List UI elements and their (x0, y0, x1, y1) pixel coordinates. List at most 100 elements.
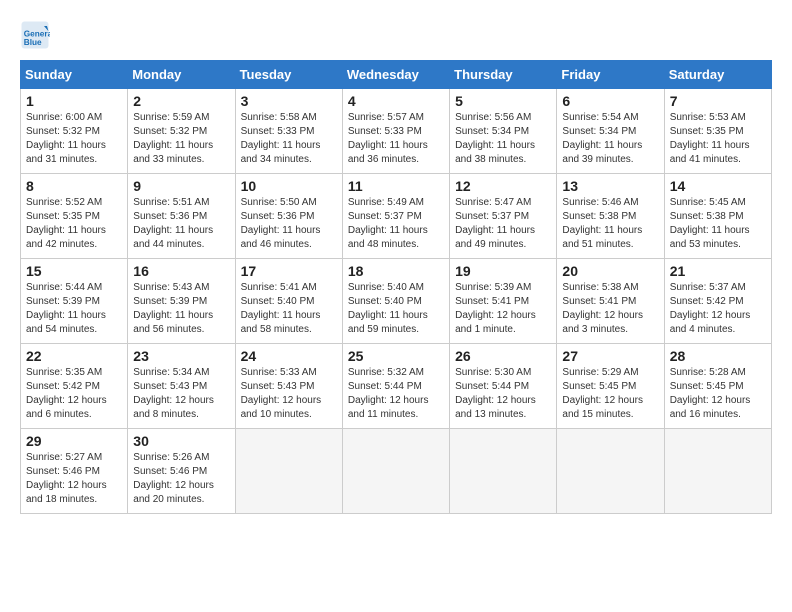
logo-icon: General Blue (20, 20, 50, 50)
sunrise-label: Sunrise: 5:44 AM (26, 282, 102, 293)
daylight-label: Daylight: 11 hours and 31 minutes. (26, 140, 106, 165)
daylight-label: Daylight: 11 hours and 39 minutes. (562, 140, 642, 165)
sunrise-label: Sunrise: 5:28 AM (670, 367, 746, 378)
sunrise-label: Sunrise: 6:00 AM (26, 112, 102, 123)
daylight-label: Daylight: 12 hours and 1 minute. (455, 310, 536, 335)
daylight-label: Daylight: 12 hours and 6 minutes. (26, 395, 107, 420)
day-number: 18 (348, 263, 444, 279)
day-number: 23 (133, 348, 229, 364)
cell-info: Sunrise: 5:45 AM Sunset: 5:38 PM Dayligh… (670, 196, 766, 252)
daylight-label: Daylight: 11 hours and 33 minutes. (133, 140, 213, 165)
day-number: 25 (348, 348, 444, 364)
daylight-label: Daylight: 12 hours and 11 minutes. (348, 395, 429, 420)
day-number: 3 (241, 93, 337, 109)
day-number: 30 (133, 433, 229, 449)
sunset-label: Sunset: 5:32 PM (26, 126, 100, 137)
calendar-cell: 4 Sunrise: 5:57 AM Sunset: 5:33 PM Dayli… (342, 89, 449, 174)
calendar-cell: 26 Sunrise: 5:30 AM Sunset: 5:44 PM Dayl… (450, 344, 557, 429)
sunset-label: Sunset: 5:43 PM (241, 381, 315, 392)
day-number: 6 (562, 93, 658, 109)
sunrise-label: Sunrise: 5:38 AM (562, 282, 638, 293)
daylight-label: Daylight: 12 hours and 15 minutes. (562, 395, 643, 420)
sunrise-label: Sunrise: 5:53 AM (670, 112, 746, 123)
calendar-week-5: 29 Sunrise: 5:27 AM Sunset: 5:46 PM Dayl… (21, 429, 772, 514)
day-number: 19 (455, 263, 551, 279)
calendar-cell: 12 Sunrise: 5:47 AM Sunset: 5:37 PM Dayl… (450, 174, 557, 259)
daylight-label: Daylight: 12 hours and 13 minutes. (455, 395, 536, 420)
calendar-cell: 9 Sunrise: 5:51 AM Sunset: 5:36 PM Dayli… (128, 174, 235, 259)
cell-info: Sunrise: 5:27 AM Sunset: 5:46 PM Dayligh… (26, 451, 122, 507)
daylight-label: Daylight: 12 hours and 20 minutes. (133, 480, 214, 505)
daylight-label: Daylight: 12 hours and 8 minutes. (133, 395, 214, 420)
calendar-cell: 5 Sunrise: 5:56 AM Sunset: 5:34 PM Dayli… (450, 89, 557, 174)
day-number: 11 (348, 178, 444, 194)
sunset-label: Sunset: 5:46 PM (26, 466, 100, 477)
calendar-cell: 14 Sunrise: 5:45 AM Sunset: 5:38 PM Dayl… (664, 174, 771, 259)
sunrise-label: Sunrise: 5:40 AM (348, 282, 424, 293)
calendar-header-wednesday: Wednesday (342, 61, 449, 89)
day-number: 8 (26, 178, 122, 194)
day-number: 15 (26, 263, 122, 279)
day-number: 24 (241, 348, 337, 364)
calendar-cell: 7 Sunrise: 5:53 AM Sunset: 5:35 PM Dayli… (664, 89, 771, 174)
calendar-week-3: 15 Sunrise: 5:44 AM Sunset: 5:39 PM Dayl… (21, 259, 772, 344)
sunrise-label: Sunrise: 5:37 AM (670, 282, 746, 293)
sunset-label: Sunset: 5:41 PM (455, 296, 529, 307)
sunset-label: Sunset: 5:43 PM (133, 381, 207, 392)
sunrise-label: Sunrise: 5:45 AM (670, 197, 746, 208)
sunset-label: Sunset: 5:35 PM (670, 126, 744, 137)
sunset-label: Sunset: 5:32 PM (133, 126, 207, 137)
sunset-label: Sunset: 5:39 PM (26, 296, 100, 307)
daylight-label: Daylight: 12 hours and 10 minutes. (241, 395, 322, 420)
daylight-label: Daylight: 11 hours and 38 minutes. (455, 140, 535, 165)
calendar-week-4: 22 Sunrise: 5:35 AM Sunset: 5:42 PM Dayl… (21, 344, 772, 429)
day-number: 1 (26, 93, 122, 109)
calendar-cell: 20 Sunrise: 5:38 AM Sunset: 5:41 PM Dayl… (557, 259, 664, 344)
cell-info: Sunrise: 5:52 AM Sunset: 5:35 PM Dayligh… (26, 196, 122, 252)
calendar-cell: 18 Sunrise: 5:40 AM Sunset: 5:40 PM Dayl… (342, 259, 449, 344)
logo: General Blue (20, 20, 54, 50)
sunrise-label: Sunrise: 5:33 AM (241, 367, 317, 378)
daylight-label: Daylight: 11 hours and 51 minutes. (562, 225, 642, 250)
calendar-cell (235, 429, 342, 514)
calendar-cell: 27 Sunrise: 5:29 AM Sunset: 5:45 PM Dayl… (557, 344, 664, 429)
cell-info: Sunrise: 5:57 AM Sunset: 5:33 PM Dayligh… (348, 111, 444, 167)
calendar-header: SundayMondayTuesdayWednesdayThursdayFrid… (21, 61, 772, 89)
calendar-cell: 11 Sunrise: 5:49 AM Sunset: 5:37 PM Dayl… (342, 174, 449, 259)
daylight-label: Daylight: 11 hours and 41 minutes. (670, 140, 750, 165)
daylight-label: Daylight: 11 hours and 58 minutes. (241, 310, 321, 335)
daylight-label: Daylight: 12 hours and 18 minutes. (26, 480, 107, 505)
day-number: 12 (455, 178, 551, 194)
calendar-cell: 25 Sunrise: 5:32 AM Sunset: 5:44 PM Dayl… (342, 344, 449, 429)
day-number: 7 (670, 93, 766, 109)
sunrise-label: Sunrise: 5:57 AM (348, 112, 424, 123)
daylight-label: Daylight: 11 hours and 49 minutes. (455, 225, 535, 250)
sunset-label: Sunset: 5:36 PM (133, 211, 207, 222)
sunset-label: Sunset: 5:45 PM (670, 381, 744, 392)
day-number: 9 (133, 178, 229, 194)
svg-text:Blue: Blue (24, 38, 42, 47)
calendar-cell (450, 429, 557, 514)
calendar-cell: 21 Sunrise: 5:37 AM Sunset: 5:42 PM Dayl… (664, 259, 771, 344)
sunset-label: Sunset: 5:46 PM (133, 466, 207, 477)
calendar-cell: 19 Sunrise: 5:39 AM Sunset: 5:41 PM Dayl… (450, 259, 557, 344)
calendar-cell: 6 Sunrise: 5:54 AM Sunset: 5:34 PM Dayli… (557, 89, 664, 174)
calendar-week-2: 8 Sunrise: 5:52 AM Sunset: 5:35 PM Dayli… (21, 174, 772, 259)
daylight-label: Daylight: 11 hours and 46 minutes. (241, 225, 321, 250)
calendar-cell: 15 Sunrise: 5:44 AM Sunset: 5:39 PM Dayl… (21, 259, 128, 344)
sunset-label: Sunset: 5:37 PM (348, 211, 422, 222)
cell-info: Sunrise: 5:41 AM Sunset: 5:40 PM Dayligh… (241, 281, 337, 337)
cell-info: Sunrise: 5:40 AM Sunset: 5:40 PM Dayligh… (348, 281, 444, 337)
sunrise-label: Sunrise: 5:52 AM (26, 197, 102, 208)
calendar-cell: 3 Sunrise: 5:58 AM Sunset: 5:33 PM Dayli… (235, 89, 342, 174)
sunset-label: Sunset: 5:35 PM (26, 211, 100, 222)
sunrise-label: Sunrise: 5:34 AM (133, 367, 209, 378)
daylight-label: Daylight: 12 hours and 3 minutes. (562, 310, 643, 335)
sunset-label: Sunset: 5:34 PM (455, 126, 529, 137)
daylight-label: Daylight: 11 hours and 59 minutes. (348, 310, 428, 335)
day-number: 28 (670, 348, 766, 364)
sunrise-label: Sunrise: 5:49 AM (348, 197, 424, 208)
sunset-label: Sunset: 5:37 PM (455, 211, 529, 222)
sunset-label: Sunset: 5:38 PM (562, 211, 636, 222)
daylight-label: Daylight: 11 hours and 44 minutes. (133, 225, 213, 250)
